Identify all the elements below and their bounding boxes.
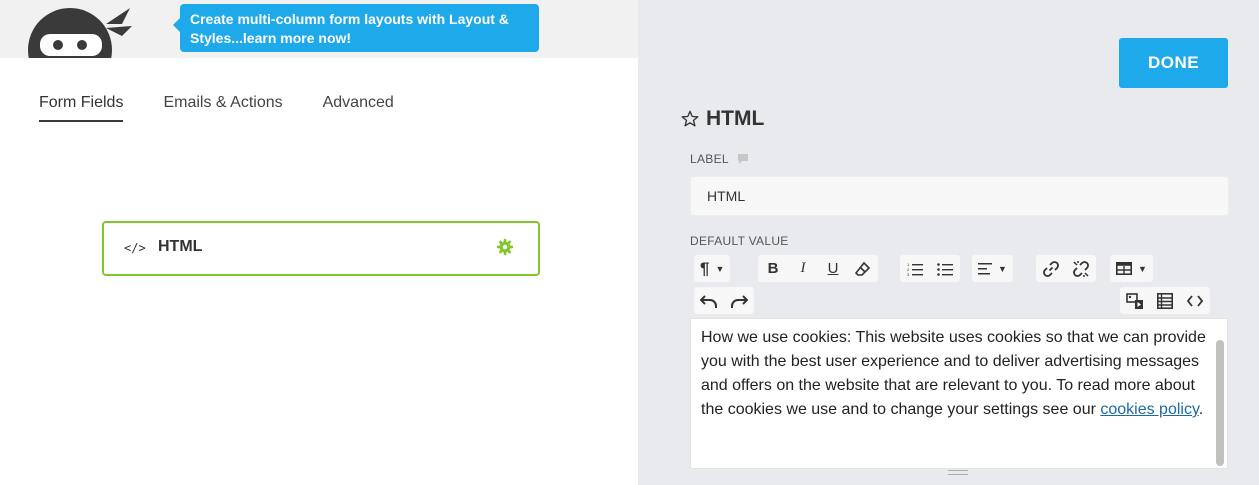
field-settings-panel: DONE HTML LABEL HTML DEFAULT VALUE ¶ ▼ B… bbox=[638, 0, 1259, 485]
list-view-icon bbox=[1157, 292, 1173, 309]
code-icon: </> bbox=[124, 241, 146, 255]
label-caption-text: LABEL bbox=[690, 152, 729, 166]
list-group: 1 2 3 bbox=[900, 255, 960, 282]
gear-icon[interactable] bbox=[496, 238, 514, 256]
link-icon bbox=[1043, 260, 1059, 277]
code-view-icon bbox=[1187, 294, 1203, 307]
table-icon bbox=[1116, 262, 1132, 275]
paragraph-format-dropdown[interactable]: ¶ ▼ bbox=[694, 255, 731, 282]
chevron-down-icon: ▼ bbox=[715, 263, 725, 274]
italic-button[interactable]: I bbox=[788, 255, 818, 282]
field-title: HTML bbox=[158, 238, 203, 255]
rich-text-editor[interactable]: How we use cookies: This website uses co… bbox=[690, 318, 1228, 469]
ordered-list-icon: 1 2 3 bbox=[907, 262, 923, 276]
align-left-icon bbox=[978, 262, 992, 274]
editor-resize-handle[interactable] bbox=[948, 470, 968, 475]
tab-advanced[interactable]: Advanced bbox=[323, 94, 394, 122]
settings-title-text: HTML bbox=[706, 107, 765, 130]
unlink-icon bbox=[1073, 260, 1089, 277]
unlink-button[interactable] bbox=[1066, 255, 1096, 282]
tab-form-fields[interactable]: Form Fields bbox=[39, 94, 124, 122]
view-group bbox=[1120, 287, 1210, 314]
eraser-icon bbox=[855, 261, 871, 276]
label-caption: LABEL bbox=[690, 152, 749, 166]
editor-scrollbar[interactable] bbox=[1216, 340, 1224, 466]
undo-icon bbox=[700, 294, 717, 308]
chevron-down-icon: ▼ bbox=[1138, 263, 1147, 274]
star-icon[interactable] bbox=[680, 109, 700, 129]
label-input[interactable]: HTML bbox=[690, 176, 1229, 216]
comment-icon[interactable] bbox=[737, 153, 749, 165]
tab-emails-actions[interactable]: Emails & Actions bbox=[163, 94, 282, 122]
eraser-button[interactable] bbox=[848, 255, 878, 282]
align-dropdown[interactable]: ▼ bbox=[972, 255, 1013, 282]
bullet-list-button[interactable] bbox=[930, 255, 960, 282]
undo-button[interactable] bbox=[694, 287, 724, 314]
align-button[interactable]: ▼ bbox=[972, 255, 1013, 282]
settings-title: HTML bbox=[680, 107, 764, 131]
text-style-group: B I U bbox=[758, 255, 878, 282]
done-button[interactable]: DONE bbox=[1119, 38, 1228, 88]
form-builder-panel: Form Fields Emails & Actions Advanced </… bbox=[0, 58, 638, 485]
paragraph-icon: ¶ bbox=[700, 258, 710, 278]
builder-tabs: Form Fields Emails & Actions Advanced bbox=[39, 94, 434, 122]
svg-text:3: 3 bbox=[907, 272, 910, 276]
media-icon bbox=[1126, 292, 1143, 309]
code-view-button[interactable] bbox=[1180, 287, 1210, 314]
insert-link-button[interactable] bbox=[1036, 255, 1066, 282]
layout-styles-tooltip[interactable]: Create multi-column form layouts with La… bbox=[173, 4, 539, 52]
chevron-down-icon: ▼ bbox=[998, 263, 1007, 274]
history-group bbox=[694, 287, 754, 314]
bullet-list-icon bbox=[937, 262, 953, 276]
editor-tail-text: . bbox=[1198, 401, 1204, 418]
redo-icon bbox=[731, 294, 748, 308]
format-block-button[interactable] bbox=[1150, 287, 1180, 314]
redo-button[interactable] bbox=[724, 287, 754, 314]
cookies-policy-link[interactable]: cookies policy bbox=[1100, 401, 1198, 418]
table-button[interactable]: ▼ bbox=[1110, 255, 1153, 282]
table-dropdown[interactable]: ▼ bbox=[1110, 255, 1153, 282]
html-field-card[interactable]: </> HTML bbox=[102, 221, 540, 276]
default-value-caption: DEFAULT VALUE bbox=[690, 234, 789, 248]
link-group bbox=[1036, 255, 1096, 282]
media-button[interactable] bbox=[1120, 287, 1150, 314]
paragraph-button[interactable]: ¶ ▼ bbox=[694, 255, 730, 282]
bold-button[interactable]: B bbox=[758, 255, 788, 282]
ordered-list-button[interactable]: 1 2 3 bbox=[900, 255, 930, 282]
ninja-logo bbox=[18, 0, 136, 58]
underline-button[interactable]: U bbox=[818, 255, 848, 282]
